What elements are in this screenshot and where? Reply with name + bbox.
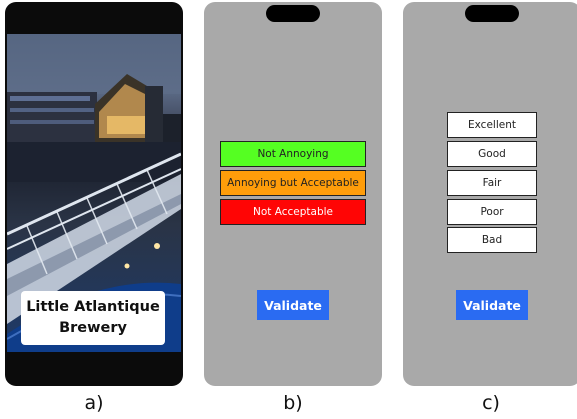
caption-line-2: Brewery [59,320,127,336]
phone-notch [465,5,519,22]
option-poor[interactable]: Poor [447,199,537,225]
caption-line-1: Little Atlantique [26,299,160,315]
phone-quality-screen: Excellent Good Fair Poor Bad Validate [403,2,577,386]
option-annoying-but-acceptable[interactable]: Annoying but Acceptable [220,170,366,196]
option-bad[interactable]: Bad [447,227,537,253]
panel-label-b: b) [283,392,303,414]
phone-annoyance-screen: Not Annoying Annoying but Acceptable Not… [204,2,382,386]
option-good[interactable]: Good [447,141,537,167]
panel-label-c: c) [482,392,500,414]
panel-label-a: a) [84,392,104,414]
phone-video-screen: Little Atlantique Brewery [5,2,183,386]
validate-button[interactable]: Validate [456,290,528,320]
phone-notch [266,5,320,22]
option-not-annoying[interactable]: Not Annoying [220,141,366,167]
option-not-acceptable[interactable]: Not Acceptable [220,199,366,225]
validate-button[interactable]: Validate [257,290,329,320]
option-fair[interactable]: Fair [447,170,537,196]
video-caption: Little Atlantique Brewery [21,291,165,345]
option-excellent[interactable]: Excellent [447,112,537,138]
